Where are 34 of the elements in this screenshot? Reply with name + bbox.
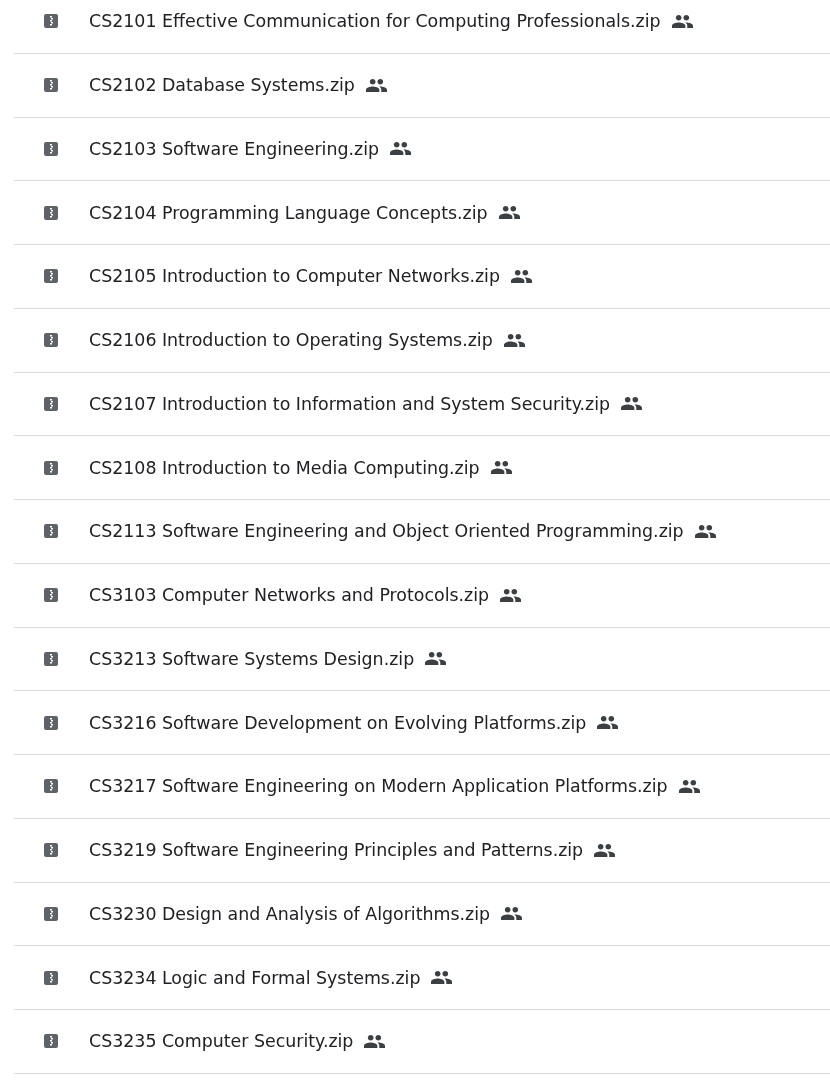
zip-file-icon xyxy=(44,651,58,666)
zip-file-icon xyxy=(44,205,58,220)
zip-file-icon xyxy=(44,779,58,794)
zip-file-icon xyxy=(44,396,58,411)
file-name[interactable]: CS2105 Introduction to Computer Networks.zip xyxy=(89,266,500,287)
zip-file-icon xyxy=(44,1034,58,1049)
zip-file-icon xyxy=(44,460,58,475)
file-name[interactable]: CS2102 Database Systems.zip xyxy=(89,75,355,96)
zip-file-icon xyxy=(44,141,58,156)
file-name[interactable]: CS2106 Introduction to Operating Systems.zip xyxy=(89,330,493,351)
file-name[interactable]: CS3216 Software Development on Evolving Platforms.zip xyxy=(89,712,587,733)
zip-file-icon xyxy=(44,906,58,921)
zip-file-icon xyxy=(44,269,58,284)
zip-file-icon xyxy=(44,78,58,93)
file-name[interactable]: CS2107 Introduction to Information and System Security.zip xyxy=(89,393,611,414)
file-name[interactable]: CS2108 Introduction to Media Computing.zip xyxy=(89,457,480,478)
file-name[interactable]: CS3103 Computer Networks and Protocols.zip xyxy=(89,585,490,606)
file-name[interactable]: CS3230 Design and Analysis of Algorithms.zip xyxy=(89,903,490,924)
file-name[interactable]: CS3234 Logic and Formal Systems.zip xyxy=(89,967,421,988)
file-name[interactable]: CS2113 Software Engineering and Object Oriented Programming.zip xyxy=(89,521,684,542)
file-name[interactable]: CS2104 Programming Language Concepts.zip xyxy=(89,202,488,223)
file-name[interactable]: CS3217 Software Engineering on Modern Application Platforms.zip xyxy=(89,776,668,797)
file-name[interactable]: CS2103 Software Engineering.zip xyxy=(89,138,380,159)
zip-file-icon xyxy=(44,843,58,858)
file-name[interactable]: CS2101 Effective Communication for Computing Professionals.zip xyxy=(89,11,661,32)
zip-file-icon xyxy=(44,970,58,985)
zip-file-icon xyxy=(44,715,58,730)
file-name[interactable]: CS3235 Computer Security.zip xyxy=(89,1031,354,1052)
file-name[interactable]: CS3219 Software Engineering Principles and Patterns.zip xyxy=(89,840,584,861)
zip-file-icon xyxy=(44,588,58,603)
zip-file-icon xyxy=(44,524,58,539)
zip-file-icon xyxy=(44,14,58,29)
file-name[interactable]: CS3213 Software Systems Design.zip xyxy=(89,648,415,669)
zip-file-icon xyxy=(44,333,58,348)
